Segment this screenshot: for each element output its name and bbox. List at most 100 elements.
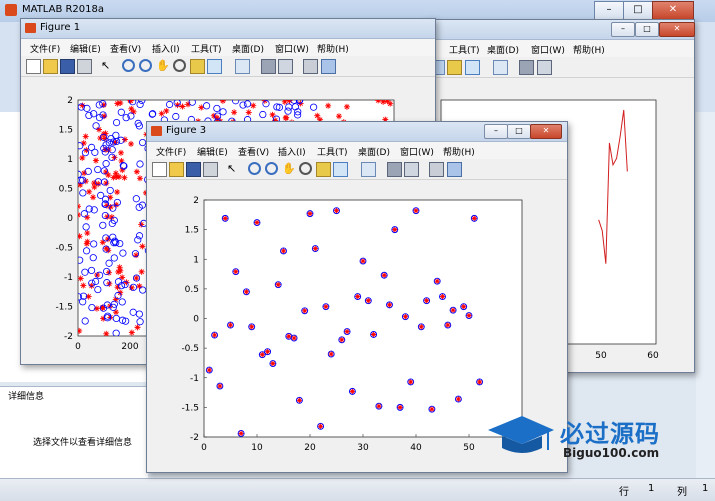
figure-3-ytick: -1.5 bbox=[181, 403, 199, 413]
figure-3-close-button[interactable]: ✕ bbox=[530, 124, 562, 139]
brush-icon[interactable] bbox=[465, 60, 480, 75]
hide-plot-tools-icon[interactable] bbox=[429, 162, 444, 177]
menu-insert[interactable]: 插入(I) bbox=[152, 42, 180, 55]
data-point-star bbox=[78, 327, 83, 334]
menu-help[interactable]: 帮助(H) bbox=[573, 43, 605, 56]
pan-hand-icon[interactable]: ✋ bbox=[156, 59, 170, 72]
rotate-icon[interactable] bbox=[173, 59, 186, 72]
figure-2-xtick: 60 bbox=[647, 351, 659, 361]
print-icon[interactable] bbox=[203, 162, 218, 177]
figure-3-ytick: 0.5 bbox=[185, 285, 199, 295]
data-cursor-icon[interactable] bbox=[316, 162, 331, 177]
colorbar-icon[interactable] bbox=[519, 60, 534, 75]
figure-1-ytick: -0.5 bbox=[55, 244, 73, 254]
figure-3-ytick: 0 bbox=[193, 315, 199, 325]
figure-1-y-tick-labels: 2 1.5 1 0.5 0 -0.5 -1 -1.5 -2 bbox=[55, 96, 73, 342]
data-point-star bbox=[250, 102, 257, 109]
pan-hand-icon[interactable]: ✋ bbox=[282, 162, 296, 175]
link-plot-icon[interactable] bbox=[235, 59, 250, 74]
details-title: 详细信息 bbox=[8, 392, 45, 402]
colorbar-icon[interactable] bbox=[387, 162, 402, 177]
menu-edit[interactable]: 编辑(E) bbox=[197, 145, 228, 158]
brush-icon[interactable] bbox=[207, 59, 222, 74]
figure-2-close-button[interactable]: ✕ bbox=[659, 22, 695, 37]
zoom-out-icon[interactable] bbox=[139, 59, 152, 72]
menu-insert[interactable]: 插入(I) bbox=[278, 145, 306, 158]
close-button[interactable]: ✕ bbox=[652, 1, 694, 20]
save-icon[interactable] bbox=[60, 59, 75, 74]
show-plot-tools-icon[interactable] bbox=[321, 59, 336, 74]
figure-1-titlebar: Figure 1 bbox=[21, 19, 435, 39]
menu-view[interactable]: 查看(V) bbox=[110, 42, 141, 55]
figure-2-xtick: 50 bbox=[595, 351, 607, 361]
figure-3-minimize-button[interactable]: – bbox=[484, 124, 508, 139]
zoom-in-icon[interactable] bbox=[248, 162, 261, 175]
hide-plot-tools-icon[interactable] bbox=[303, 59, 318, 74]
figure-3-maximize-button[interactable]: □ bbox=[507, 124, 531, 139]
menu-help[interactable]: 帮助(H) bbox=[317, 42, 349, 55]
new-figure-icon[interactable] bbox=[152, 162, 167, 177]
menu-file[interactable]: 文件(F) bbox=[156, 145, 186, 158]
select-arrow-icon[interactable]: ↖ bbox=[227, 162, 240, 175]
data-cursor-icon[interactable] bbox=[190, 59, 205, 74]
data-cursor-icon[interactable] bbox=[447, 60, 462, 75]
menu-window[interactable]: 窗口(W) bbox=[400, 145, 434, 158]
brush-icon[interactable] bbox=[333, 162, 348, 177]
menu-tools[interactable]: 工具(T) bbox=[317, 145, 348, 158]
legend-icon[interactable] bbox=[537, 60, 552, 75]
colorbar-icon[interactable] bbox=[261, 59, 276, 74]
figure-3-xtick: 20 bbox=[304, 443, 316, 453]
figure-1-ytick: -1.5 bbox=[55, 303, 73, 313]
figure-3-xtick: 40 bbox=[410, 443, 422, 453]
figure-3-ytick: 1.5 bbox=[185, 226, 199, 236]
menu-tools[interactable]: 工具(T) bbox=[449, 43, 480, 56]
figure-3-toolbar: ↖ ✋ bbox=[147, 159, 567, 180]
data-point-star bbox=[387, 100, 394, 107]
menu-window[interactable]: 窗口(W) bbox=[275, 42, 309, 55]
save-icon[interactable] bbox=[186, 162, 201, 177]
menu-help[interactable]: 帮助(H) bbox=[443, 145, 475, 158]
figure-2-maximize-button[interactable]: □ bbox=[635, 22, 659, 37]
show-plot-tools-icon[interactable] bbox=[447, 162, 462, 177]
figure-3-title: Figure 3 bbox=[166, 125, 207, 136]
menu-desktop[interactable]: 桌面(D) bbox=[358, 145, 390, 158]
link-plot-icon[interactable] bbox=[493, 60, 508, 75]
figure-3-xtick: 30 bbox=[357, 443, 369, 453]
figure-2-titlebar: – □ ✕ bbox=[425, 20, 695, 40]
figure-1-ytick: 1.5 bbox=[59, 126, 73, 136]
menu-tools[interactable]: 工具(T) bbox=[191, 42, 222, 55]
zoom-in-icon[interactable] bbox=[122, 59, 135, 72]
new-figure-icon[interactable] bbox=[26, 59, 41, 74]
watermark-url: Biguo100.com bbox=[563, 446, 660, 460]
open-file-icon[interactable] bbox=[169, 162, 184, 177]
print-icon[interactable] bbox=[77, 59, 92, 74]
data-point-star bbox=[84, 230, 91, 237]
figure-1-title: Figure 1 bbox=[40, 22, 81, 33]
select-arrow-icon[interactable]: ↖ bbox=[101, 59, 114, 72]
link-plot-icon[interactable] bbox=[361, 162, 376, 177]
figure-1-xtick: 0 bbox=[75, 342, 81, 352]
minimize-button[interactable]: – bbox=[594, 1, 624, 20]
graduation-cap-logo bbox=[488, 416, 554, 453]
menu-window[interactable]: 窗口(W) bbox=[531, 43, 565, 56]
right-side-panel bbox=[696, 112, 715, 478]
rotate-icon[interactable] bbox=[299, 162, 312, 175]
menu-desktop[interactable]: 桌面(D) bbox=[232, 42, 264, 55]
open-file-icon[interactable] bbox=[43, 59, 58, 74]
legend-icon[interactable] bbox=[404, 162, 419, 177]
figure-1-ytick: 2 bbox=[67, 96, 73, 106]
menu-edit[interactable]: 编辑(E) bbox=[70, 42, 101, 55]
data-point-star bbox=[127, 100, 134, 104]
menu-desktop[interactable]: 桌面(D) bbox=[487, 43, 519, 56]
legend-icon[interactable] bbox=[278, 59, 293, 74]
menu-view[interactable]: 查看(V) bbox=[238, 145, 269, 158]
maximize-button[interactable]: □ bbox=[623, 1, 653, 20]
menu-file[interactable]: 文件(F) bbox=[30, 42, 60, 55]
figure-2-minimize-button[interactable]: – bbox=[611, 22, 635, 37]
zoom-out-icon[interactable] bbox=[265, 162, 278, 175]
figure-icon bbox=[25, 23, 36, 33]
status-row-label: 行 bbox=[619, 487, 629, 498]
figure-1-xtick: 200 bbox=[121, 342, 138, 352]
status-bar: 行 1 列 1 bbox=[0, 478, 715, 501]
figure-3-ytick: 2 bbox=[193, 196, 199, 206]
